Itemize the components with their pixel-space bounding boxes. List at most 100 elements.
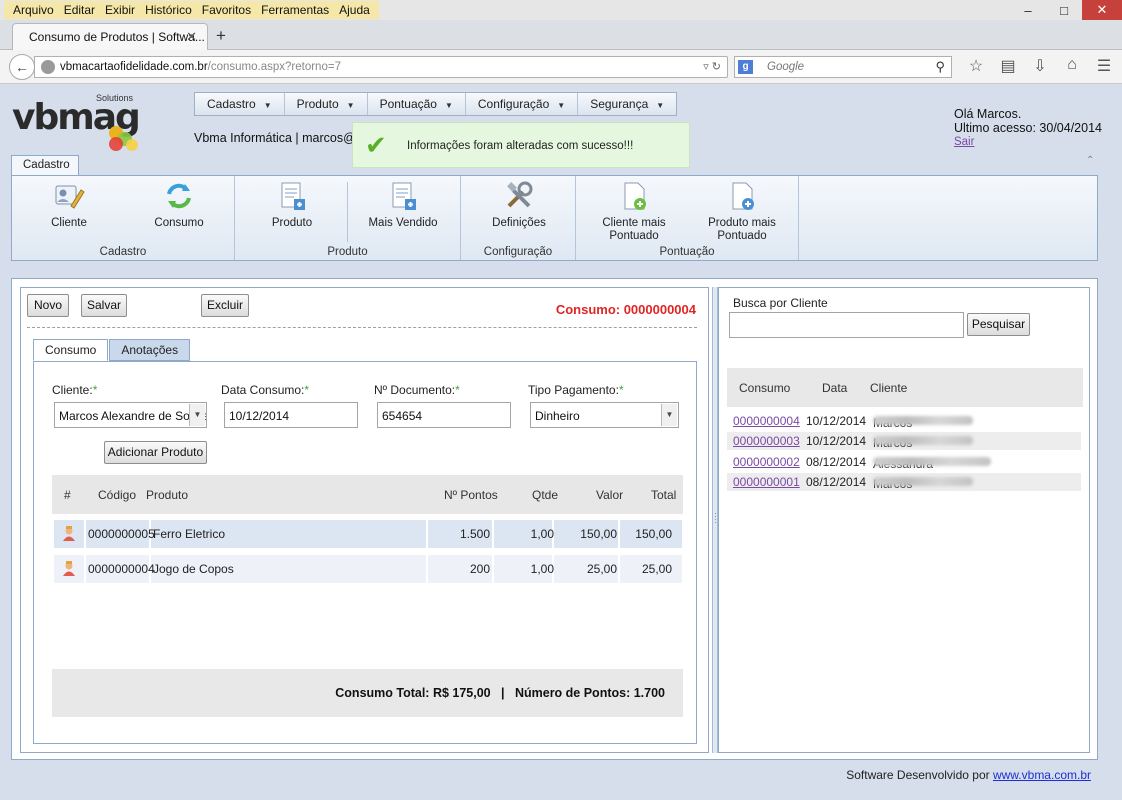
address-bar[interactable]: vbmacartaofidelidade.com.br/consumo.aspx… <box>34 56 728 78</box>
cell-pontos: 200 <box>469 562 490 576</box>
footer-link[interactable]: www.vbma.com.br <box>993 768 1091 782</box>
menu-arquivo[interactable]: Arquivo <box>13 1 54 19</box>
check-icon: ✔ <box>365 130 387 160</box>
pagamento-label: Tipo Pagamento:* <box>528 383 624 397</box>
nav-pontuacao[interactable]: Pontuação ▼ <box>368 93 466 115</box>
redacted-name <box>873 436 973 445</box>
ribbon-produto-mais-pontuado-button[interactable]: Produto mais Pontuado <box>700 180 784 243</box>
row-date: 08/12/2014 <box>806 455 867 469</box>
col-consumo: Consumo <box>739 381 791 395</box>
list-item[interactable]: 0000000004 10/12/2014 Marcos <box>727 412 1081 430</box>
nav-configuracao[interactable]: Configuração ▼ <box>466 93 579 115</box>
greeting: Olá Marcos. <box>953 107 1022 121</box>
main-frame: Novo Salvar Excluir Consumo: 0000000004 … <box>11 278 1098 760</box>
menu-icon[interactable]: ☰ <box>1088 56 1120 76</box>
browser-search-input[interactable]: g Google ⚲ <box>734 56 952 78</box>
main-nav: Cadastro ▼ Produto ▼ Pontuação ▼ Configuraç… <box>194 92 678 116</box>
ribbon-group-cadastro: Cliente Consumo Cadastro <box>12 176 235 260</box>
row-date: 10/12/2014 <box>806 414 867 428</box>
salvar-button[interactable]: Salvar <box>81 294 127 317</box>
menu-historico[interactable]: Histórico <box>145 1 192 19</box>
footer: Software Desenvolvido por www.vbma.com.b… <box>846 768 1091 782</box>
data-consumo-input[interactable]: 10/12/2014 <box>224 402 358 428</box>
browser-tab-title: Consumo de Produtos | Softwa... <box>29 30 205 44</box>
ribbon-cliente-button[interactable]: Cliente <box>42 180 96 230</box>
menu-favoritos[interactable]: Favoritos <box>202 1 251 19</box>
client-search-input[interactable] <box>729 312 964 338</box>
url-text: vbmacartaofidelidade.com.br/consumo.aspx… <box>60 61 341 73</box>
cell-codigo: 0000000004 <box>88 562 155 576</box>
menu-ferramentas[interactable]: Ferramentas <box>261 1 329 19</box>
list-item[interactable]: 0000000003 10/12/2014 Marcos <box>727 432 1081 450</box>
nav-cadastro[interactable]: Cadastro ▼ <box>195 93 285 115</box>
cliente-select[interactable]: Marcos Alexandre de Souza ▼ <box>54 402 207 428</box>
ribbon-mais-vendido-button[interactable]: Mais Vendido <box>365 180 441 230</box>
cell-qtde: 1,00 <box>530 527 554 541</box>
star-icon[interactable]: ☆ <box>960 56 992 76</box>
ribbon-produto-button[interactable]: Produto <box>267 180 317 230</box>
table-row[interactable]: 0000000005 Ferro Eletrico 1.500 1,00 150… <box>54 520 682 548</box>
person-delete-icon[interactable] <box>62 561 76 577</box>
tab-consumo[interactable]: Consumo <box>33 339 109 361</box>
download-icon[interactable]: ⇩ <box>1024 56 1056 76</box>
google-icon: g <box>738 60 753 74</box>
bookmarks-icon[interactable]: ▤ <box>992 56 1024 76</box>
browser-tabstrip: Consumo de Produtos | Softwa... ✕ <box>0 20 1122 50</box>
novo-button[interactable]: Novo <box>27 294 69 317</box>
search-icon[interactable]: ⚲ <box>935 59 945 75</box>
pagamento-select[interactable]: Dinheiro ▼ <box>530 402 679 428</box>
cell-valor: 25,00 <box>586 562 617 576</box>
menu-ajuda[interactable]: Ajuda <box>339 1 370 19</box>
close-window-icon[interactable]: ✕ <box>1082 0 1122 20</box>
excluir-button[interactable]: Excluir <box>201 294 249 317</box>
home-icon[interactable]: ⌂ <box>1056 56 1088 76</box>
globe-icon <box>41 60 55 74</box>
ribbon-group-pontuacao: Cliente mais Pontuado Produto mais Pontu… <box>576 176 799 260</box>
table-row[interactable]: 0000000004 Jogo de Copos 200 1,00 25,00 … <box>54 555 682 583</box>
collapse-ribbon-icon[interactable]: ⌃ <box>1086 155 1094 166</box>
col-index: # <box>64 488 71 502</box>
nav-produto[interactable]: Produto ▼ <box>285 93 368 115</box>
consumo-link[interactable]: 0000000004 <box>733 414 800 428</box>
add-document-icon <box>392 182 416 210</box>
person-delete-icon[interactable] <box>62 526 76 542</box>
back-icon[interactable]: ← <box>9 54 35 80</box>
ribbon-tab-cadastro[interactable]: Cadastro <box>11 155 79 176</box>
list-item[interactable]: 0000000002 08/12/2014 Alessandra <box>727 453 1081 471</box>
tab-anotacoes[interactable]: Anotações <box>109 339 191 361</box>
cell-codigo: 0000000005 <box>88 527 155 541</box>
ribbon-definicoes-button[interactable]: Definições <box>489 180 549 230</box>
list-item[interactable]: 0000000001 08/12/2014 Marcos <box>727 473 1081 491</box>
adicionar-produto-button[interactable]: Adicionar Produto <box>104 441 207 464</box>
product-grid-header: # Código Produto Nº Pontos Qtde Valor To… <box>52 475 683 514</box>
nav-seguranca[interactable]: Segurança ▼ <box>578 93 676 115</box>
ribbon-consumo-button[interactable]: Consumo <box>148 180 210 230</box>
ribbon-group-produto: Produto Mais Vendido Produto <box>235 176 461 260</box>
menu-editar[interactable]: Editar <box>64 1 95 19</box>
logo-suffix: Solutions <box>96 93 134 103</box>
documento-input[interactable]: 654654 <box>377 402 511 428</box>
maximize-icon[interactable]: □ <box>1046 0 1082 20</box>
reload-icon[interactable]: ▿ ↻ <box>703 60 721 73</box>
total-text: Consumo Total: R$ 175,00 | Número de Pon… <box>335 686 665 700</box>
pesquisar-button[interactable]: Pesquisar <box>967 313 1030 336</box>
logout-link[interactable]: Sair <box>954 135 1102 149</box>
ribbon-cliente-mais-pontuado-button[interactable]: Cliente mais Pontuado <box>596 180 672 243</box>
ribbon-group-configuracao: Definições Configuração <box>461 176 576 260</box>
col-qtde: Qtde <box>532 488 559 502</box>
browser-tab[interactable]: Consumo de Produtos | Softwa... ✕ <box>12 23 208 50</box>
menu-exibir[interactable]: Exibir <box>105 1 135 19</box>
row-date: 08/12/2014 <box>806 475 867 489</box>
consumo-panel: Novo Salvar Excluir Consumo: 0000000004 … <box>20 287 709 753</box>
ribbon-separator <box>347 182 348 242</box>
minimize-icon[interactable]: – <box>1010 0 1046 20</box>
splitter-grip-icon[interactable]: · · · · <box>714 509 717 527</box>
consumo-link[interactable]: 0000000001 <box>733 475 800 489</box>
app-root: vbmag Solutions Cadastro ▼ Produto ▼ Pontu… <box>0 85 1122 800</box>
new-tab-icon[interactable]: + <box>216 26 226 46</box>
ribbon-group-label: Pontuação <box>659 246 715 258</box>
consumo-link[interactable]: 0000000003 <box>733 434 800 448</box>
consumo-link[interactable]: 0000000002 <box>733 455 800 469</box>
data-consumo-label: Data Consumo:* <box>221 383 310 397</box>
close-tab-icon[interactable]: ✕ <box>186 29 197 45</box>
